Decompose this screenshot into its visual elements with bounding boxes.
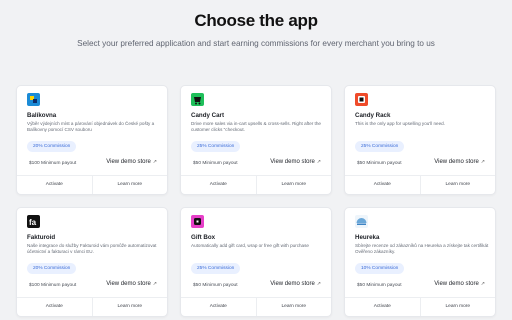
view-demo-label: View demo store — [434, 281, 479, 287]
external-link-icon: ↗ — [316, 159, 321, 165]
minimum-payout: $100 Minimum payout — [29, 283, 77, 288]
view-demo-store-link[interactable]: View demo store ↗ — [434, 281, 485, 287]
page-subtitle: Select your preferred application and st… — [77, 39, 435, 48]
minimum-payout: $100 Minimum payout — [29, 161, 77, 166]
commission-badge: 25% Commission — [191, 263, 241, 274]
external-link-icon: ↗ — [152, 281, 157, 287]
commission-badge: 25% Commission — [191, 141, 241, 152]
fakturoid-logo-icon: fa — [27, 215, 40, 228]
activate-button[interactable]: Activate — [345, 176, 421, 194]
commission-badge: 25% Commission — [355, 141, 405, 152]
card-actions: Activate Learn more — [345, 175, 495, 194]
app-card-balikovna: Balíkovna Výběr výdejních míst a párován… — [16, 85, 168, 195]
app-description: Výběr výdejních míst a párování objednáv… — [27, 121, 155, 132]
candy-rack-logo-icon — [355, 93, 368, 106]
view-demo-store-link[interactable]: View demo store ↗ — [434, 159, 485, 165]
commission-badge: 20% Commission — [27, 141, 77, 152]
activate-button[interactable]: Activate — [345, 298, 421, 316]
activate-button[interactable]: Activate — [17, 176, 93, 194]
gift-box-logo-icon — [191, 215, 204, 228]
view-demo-store-link[interactable]: View demo store ↗ — [106, 281, 157, 287]
heureka-logo-icon — [355, 215, 368, 228]
page-title: Choose the app — [194, 11, 318, 30]
learn-more-button[interactable]: Learn more — [93, 298, 168, 316]
activate-button[interactable]: Activate — [17, 298, 93, 316]
learn-more-button[interactable]: Learn more — [257, 176, 332, 194]
app-description: This is the only app for upselling you'l… — [355, 121, 445, 126]
external-link-icon: ↗ — [480, 281, 485, 287]
app-card-heureka: Heureka Sbírejte recenze od zákazníků na… — [344, 207, 496, 317]
view-demo-store-link[interactable]: View demo store ↗ — [270, 159, 321, 165]
commission-badge: 20% Commission — [27, 263, 77, 274]
balikovna-logo-icon — [27, 93, 40, 106]
view-demo-store-link[interactable]: View demo store ↗ — [270, 281, 321, 287]
learn-more-button[interactable]: Learn more — [421, 176, 496, 194]
app-description: Drive more sales via in-cart upsells & c… — [191, 121, 321, 132]
app-name: Candy Cart — [191, 112, 225, 119]
app-card-gift-box: Gift Box Automatically add gift card, wr… — [180, 207, 332, 317]
external-link-icon: ↗ — [480, 159, 485, 165]
learn-more-button[interactable]: Learn more — [93, 176, 168, 194]
minimum-payout: $50 Minimum payout — [193, 161, 238, 166]
card-actions: Activate Learn more — [17, 297, 167, 316]
app-name: Candy Rack — [355, 112, 391, 119]
app-name: Balíkovna — [27, 112, 57, 119]
card-actions: Activate Learn more — [345, 297, 495, 316]
commission-badge: 10% Commission — [355, 263, 405, 274]
app-name: Heureka — [355, 234, 380, 241]
view-demo-store-link[interactable]: View demo store ↗ — [106, 159, 157, 165]
minimum-payout: $50 Minimum payout — [357, 283, 402, 288]
app-description: Automatically add gift card, wrap or fre… — [191, 243, 309, 248]
card-actions: Activate Learn more — [181, 175, 331, 194]
learn-more-button[interactable]: Learn more — [257, 298, 332, 316]
svg-text:fa: fa — [29, 218, 37, 227]
app-name: Fakturoid — [27, 234, 56, 241]
minimum-payout: $50 Minimum payout — [357, 161, 402, 166]
card-actions: Activate Learn more — [17, 175, 167, 194]
app-card-candy-rack: Candy Rack This is the only app for upse… — [344, 85, 496, 195]
learn-more-button[interactable]: Learn more — [421, 298, 496, 316]
view-demo-label: View demo store — [434, 159, 479, 165]
app-name: Gift Box — [191, 234, 216, 241]
app-description: Sbírejte recenze od zákazníků na Heureka… — [355, 243, 489, 254]
candy-cart-logo-icon — [191, 93, 204, 106]
app-description: Naše integrace do služby Fakturoid vám p… — [27, 243, 157, 254]
view-demo-label: View demo store — [106, 281, 151, 287]
card-actions: Activate Learn more — [181, 297, 331, 316]
minimum-payout: $50 Minimum payout — [193, 283, 238, 288]
external-link-icon: ↗ — [316, 281, 321, 287]
app-card-candy-cart: Candy Cart Drive more sales via in-cart … — [180, 85, 332, 195]
external-link-icon: ↗ — [152, 159, 157, 165]
view-demo-label: View demo store — [106, 159, 151, 165]
view-demo-label: View demo store — [270, 159, 315, 165]
activate-button[interactable]: Activate — [181, 298, 257, 316]
app-card-fakturoid: fa Fakturoid Naše integrace do služby Fa… — [16, 207, 168, 317]
activate-button[interactable]: Activate — [181, 176, 257, 194]
view-demo-label: View demo store — [270, 281, 315, 287]
